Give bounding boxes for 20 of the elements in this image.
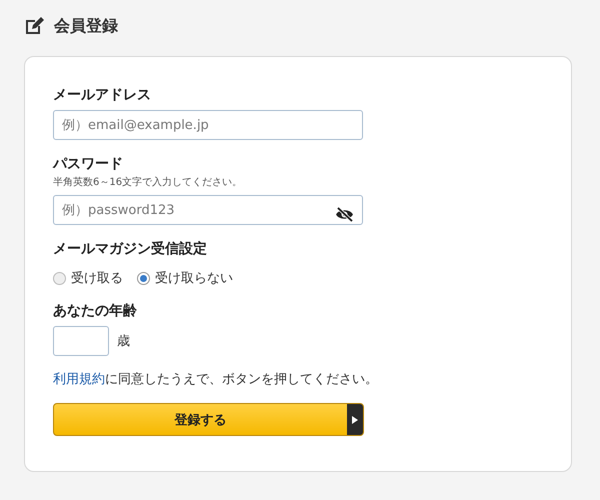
email-field[interactable]: 例）email@example.jp — [53, 110, 363, 140]
unit-label: 歳 — [117, 333, 130, 350]
edit-icon — [24, 16, 44, 36]
age-field[interactable] — [53, 326, 109, 356]
radio-label: 受け取る — [71, 270, 123, 287]
field-label: パスワード — [53, 155, 124, 174]
radio-label: 受け取らない — [155, 270, 233, 287]
password-field[interactable]: 例）password123 — [53, 195, 363, 225]
eye-slash-icon[interactable] — [335, 207, 354, 222]
field-label: メールマガジン受信設定 — [53, 240, 208, 259]
page-title: 会員登録 — [54, 16, 118, 36]
field-label: あなたの年齢 — [53, 302, 138, 321]
register-button[interactable]: 登録する — [53, 403, 364, 436]
radio-button[interactable] — [53, 272, 66, 284]
radio-button[interactable] — [137, 272, 150, 284]
field-hint: 半角英数6～16文字で入力してください。 — [53, 176, 244, 190]
play-icon — [352, 416, 358, 424]
terms-text: 利用規約に同意したうえで、ボタンを押してください。 — [53, 371, 379, 388]
terms-link[interactable]: 利用規約 — [53, 372, 105, 387]
field-label: メールアドレス — [53, 86, 152, 105]
